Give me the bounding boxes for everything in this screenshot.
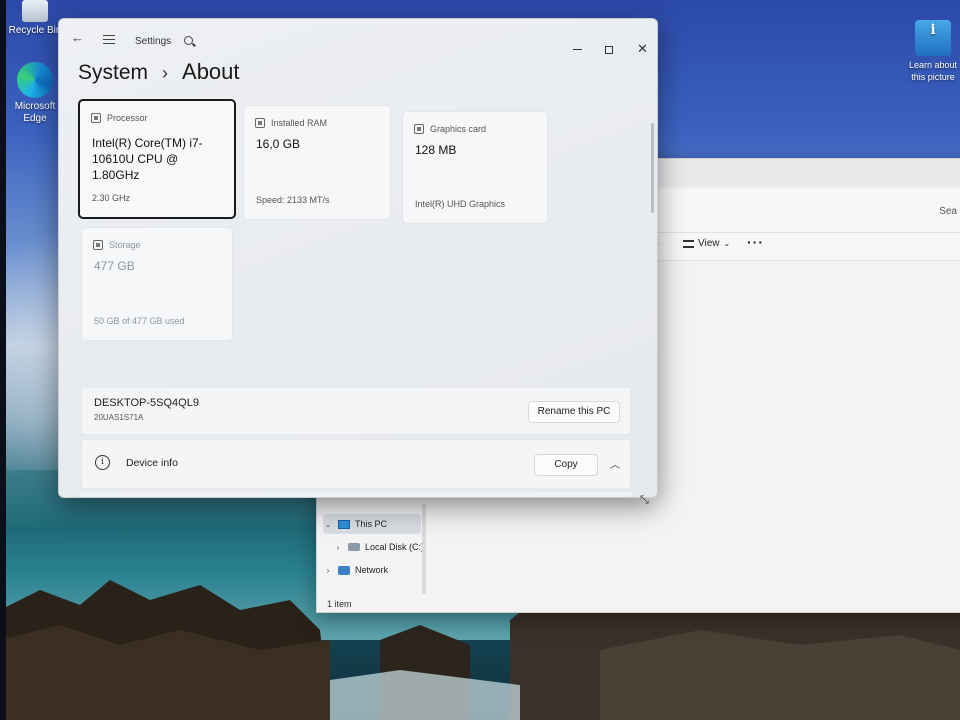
search-icon[interactable]	[184, 36, 193, 45]
chevron-up-icon[interactable]: ︿	[610, 456, 620, 471]
pc-name-row: DESKTOP-5SQ4QL9 20UAS1S71A Rename this P…	[81, 387, 631, 435]
processor-icon	[91, 113, 101, 123]
graphics-value: 128 MB	[415, 143, 457, 157]
desktop-icon-learn-picture[interactable]: Learn about this picture	[898, 20, 960, 83]
copy-button[interactable]: Copy	[534, 454, 598, 476]
resize-cursor-icon: ⤡	[640, 494, 649, 506]
explorer-search-input[interactable]: Sea	[939, 206, 957, 217]
page-title: About	[182, 59, 240, 84]
info-icon: i	[95, 455, 110, 470]
nav-item-network[interactable]: › Network	[323, 560, 421, 580]
hamburger-menu-icon[interactable]	[103, 35, 115, 44]
chevron-right-icon[interactable]: ›	[333, 543, 343, 552]
card-label: Processor	[107, 113, 148, 123]
settings-scrollbar[interactable]	[651, 123, 654, 213]
back-arrow-icon[interactable]: ←	[71, 30, 84, 45]
maximize-button[interactable]	[605, 46, 613, 54]
more-options-button[interactable]: ···	[747, 234, 764, 250]
pc-name: DESKTOP-5SQ4QL9	[94, 397, 199, 409]
status-bar-item-count: 1 item	[327, 599, 352, 609]
storage-card[interactable]: Storage 477 GB 50 GB of 477 GB used	[81, 227, 233, 341]
card-header: Graphics card	[414, 124, 486, 134]
nav-scrollbar[interactable]	[422, 504, 426, 594]
processor-card[interactable]: Processor Intel(R) Core(TM) i7-10610U CP…	[78, 99, 236, 219]
memory-icon	[255, 118, 265, 128]
card-header: Processor	[91, 113, 148, 123]
storage-usage: 50 GB of 477 GB used	[94, 316, 185, 326]
disk-icon	[348, 543, 360, 551]
view-icon	[683, 239, 694, 248]
chevron-down-icon: ⌄	[723, 239, 731, 248]
card-header: Installed RAM	[255, 118, 327, 128]
processor-value: Intel(R) Core(TM) i7-10610U CPU @ 1.80GH…	[92, 136, 203, 182]
card-header: Storage	[93, 240, 141, 250]
computer-icon	[338, 519, 350, 529]
minimize-button[interactable]	[573, 49, 582, 50]
processor-speed: 2.30 GHz	[92, 193, 131, 203]
device-info-label: Device info	[126, 457, 178, 469]
chevron-right-icon[interactable]: ›	[323, 566, 333, 575]
storage-value: 477 GB	[94, 259, 135, 273]
nav-item-this-pc[interactable]: ⌄ This PC	[323, 514, 421, 534]
info-picture-icon	[915, 20, 951, 56]
app-title: Settings	[135, 36, 172, 47]
network-icon	[338, 565, 350, 575]
close-button[interactable]: ✕	[637, 41, 648, 57]
settings-window[interactable]: ← Settings ✕ System › About Processor In…	[58, 18, 658, 498]
rename-pc-button[interactable]: Rename this PC	[528, 401, 620, 423]
recycle-bin-icon	[22, 0, 48, 22]
breadcrumb: System › About	[78, 59, 240, 85]
breadcrumb-parent-system[interactable]: System	[78, 61, 148, 85]
pc-model: 20UAS1S71A	[94, 413, 144, 422]
ram-speed: Speed: 2133 MT/s	[256, 195, 330, 205]
breadcrumb-separator: ›	[162, 63, 169, 83]
ram-value: 16,0 GB	[256, 137, 301, 151]
storage-icon	[93, 240, 103, 250]
card-label: Graphics card	[430, 124, 487, 134]
view-menu-button[interactable]: View ⌄	[679, 236, 734, 251]
ram-card[interactable]: Installed RAM 16,0 GB Speed: 2133 MT/s	[243, 105, 391, 220]
graphics-name: Intel(R) UHD Graphics	[415, 199, 506, 209]
nav-item-label: Network	[355, 565, 389, 575]
explorer-navigation-pane: ⌄ This PC › Local Disk (C:) › Network	[317, 499, 429, 599]
graphics-icon	[414, 124, 424, 134]
device-info-row[interactable]: i Device info Copy ︿	[81, 439, 631, 489]
nav-item-local-disk[interactable]: › Local Disk (C:)	[333, 537, 431, 557]
chevron-down-icon[interactable]: ⌄	[323, 520, 333, 529]
desktop-icon-label: Microsoft Edge	[14, 101, 56, 124]
device-details-row	[81, 492, 631, 497]
view-label: View	[698, 238, 720, 249]
edge-icon	[17, 62, 53, 98]
graphics-card[interactable]: Graphics card 128 MB Intel(R) UHD Graphi…	[402, 111, 548, 224]
card-label: Installed RAM	[271, 118, 328, 128]
card-label: Storage	[109, 240, 141, 250]
desktop-icon-label: Learn about this picture	[908, 60, 958, 82]
nav-item-label: This PC	[355, 519, 388, 529]
nav-item-label: Local Disk (C:)	[365, 542, 425, 552]
